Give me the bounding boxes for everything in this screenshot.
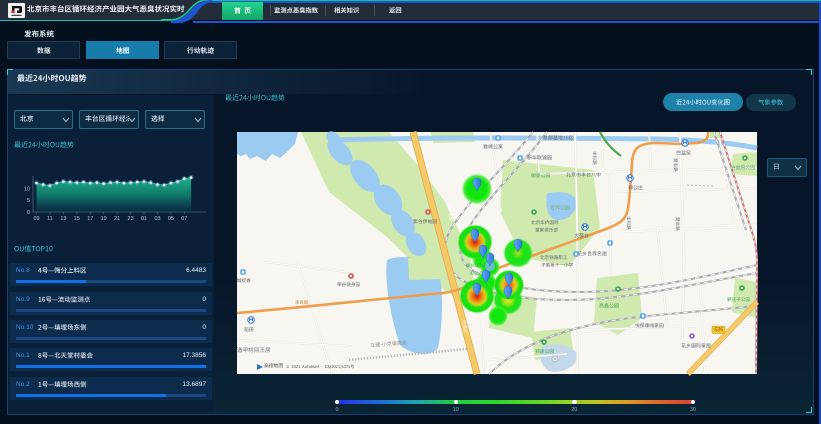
svg-text:01: 01 xyxy=(141,216,147,222)
svg-text:05: 05 xyxy=(168,216,174,222)
svg-text:07: 07 xyxy=(181,216,187,222)
svg-text:5: 5 xyxy=(27,198,30,204)
svg-text:23: 23 xyxy=(128,216,134,222)
svg-text:0: 0 xyxy=(27,210,30,216)
svg-text:10: 10 xyxy=(24,187,30,193)
svg-text:13: 13 xyxy=(60,216,66,222)
svg-text:03: 03 xyxy=(154,216,160,222)
svg-text:19: 19 xyxy=(101,216,107,222)
svg-text:11: 11 xyxy=(47,216,53,222)
svg-text:21: 21 xyxy=(114,216,120,222)
svg-text:09: 09 xyxy=(33,216,39,222)
svg-text:15: 15 xyxy=(74,216,80,222)
svg-text:17: 17 xyxy=(87,216,93,222)
